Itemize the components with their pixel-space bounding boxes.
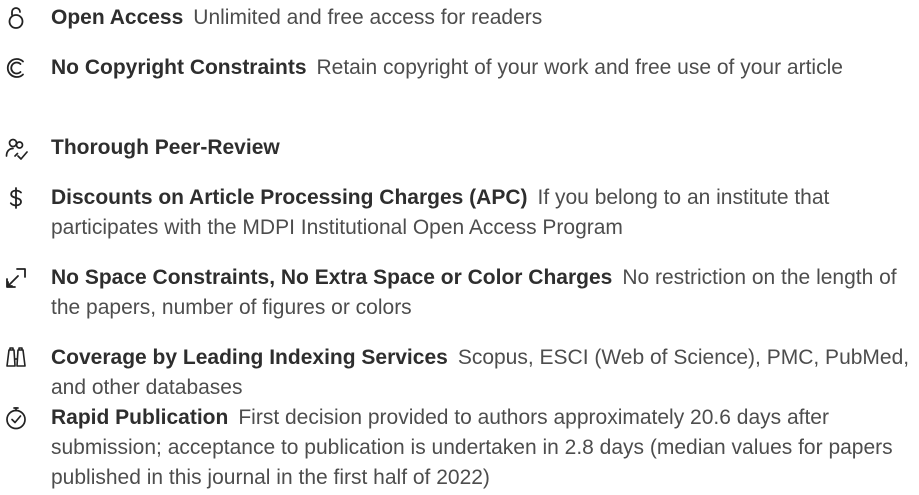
feature-title: Coverage by Leading Indexing Services bbox=[51, 346, 448, 369]
peer-review-icon bbox=[0, 133, 36, 163]
feature-title: No Copyright Constraints bbox=[51, 56, 307, 79]
feature-no-space-constraints: No Space Constraints, No Extra Space or … bbox=[0, 263, 911, 323]
feature-list: Open Access Unlimited and free access for… bbox=[0, 0, 919, 495]
feature-title: Open Access bbox=[51, 6, 184, 29]
feature-title: No Space Constraints, No Extra Space or … bbox=[51, 266, 613, 289]
stopwatch-icon bbox=[0, 403, 36, 433]
copyright-icon bbox=[0, 53, 36, 83]
feature-indexing-coverage: Coverage by Leading Indexing Services Sco… bbox=[0, 343, 911, 403]
feature-description: Unlimited and free access for readers bbox=[193, 6, 543, 29]
feature-title: Rapid Publication bbox=[51, 406, 229, 429]
feature-title: Discounts on Article Processing Charges … bbox=[51, 186, 528, 209]
binoculars-icon bbox=[0, 343, 36, 373]
feature-rapid-publication: Rapid Publication First decision provided… bbox=[0, 403, 911, 493]
feature-peer-review: Thorough Peer-Review bbox=[0, 133, 911, 163]
dollar-icon bbox=[0, 183, 36, 213]
feature-title: Thorough Peer-Review bbox=[51, 136, 280, 159]
expand-icon bbox=[0, 263, 36, 293]
lock-open-icon bbox=[0, 3, 36, 33]
feature-description: Retain copyright of your work and free u… bbox=[316, 56, 843, 79]
feature-no-copyright: No Copyright Constraints Retain copyright… bbox=[0, 53, 911, 83]
feature-apc-discounts: Discounts on Article Processing Charges … bbox=[0, 183, 911, 243]
feature-open-access: Open Access Unlimited and free access for… bbox=[0, 3, 911, 33]
